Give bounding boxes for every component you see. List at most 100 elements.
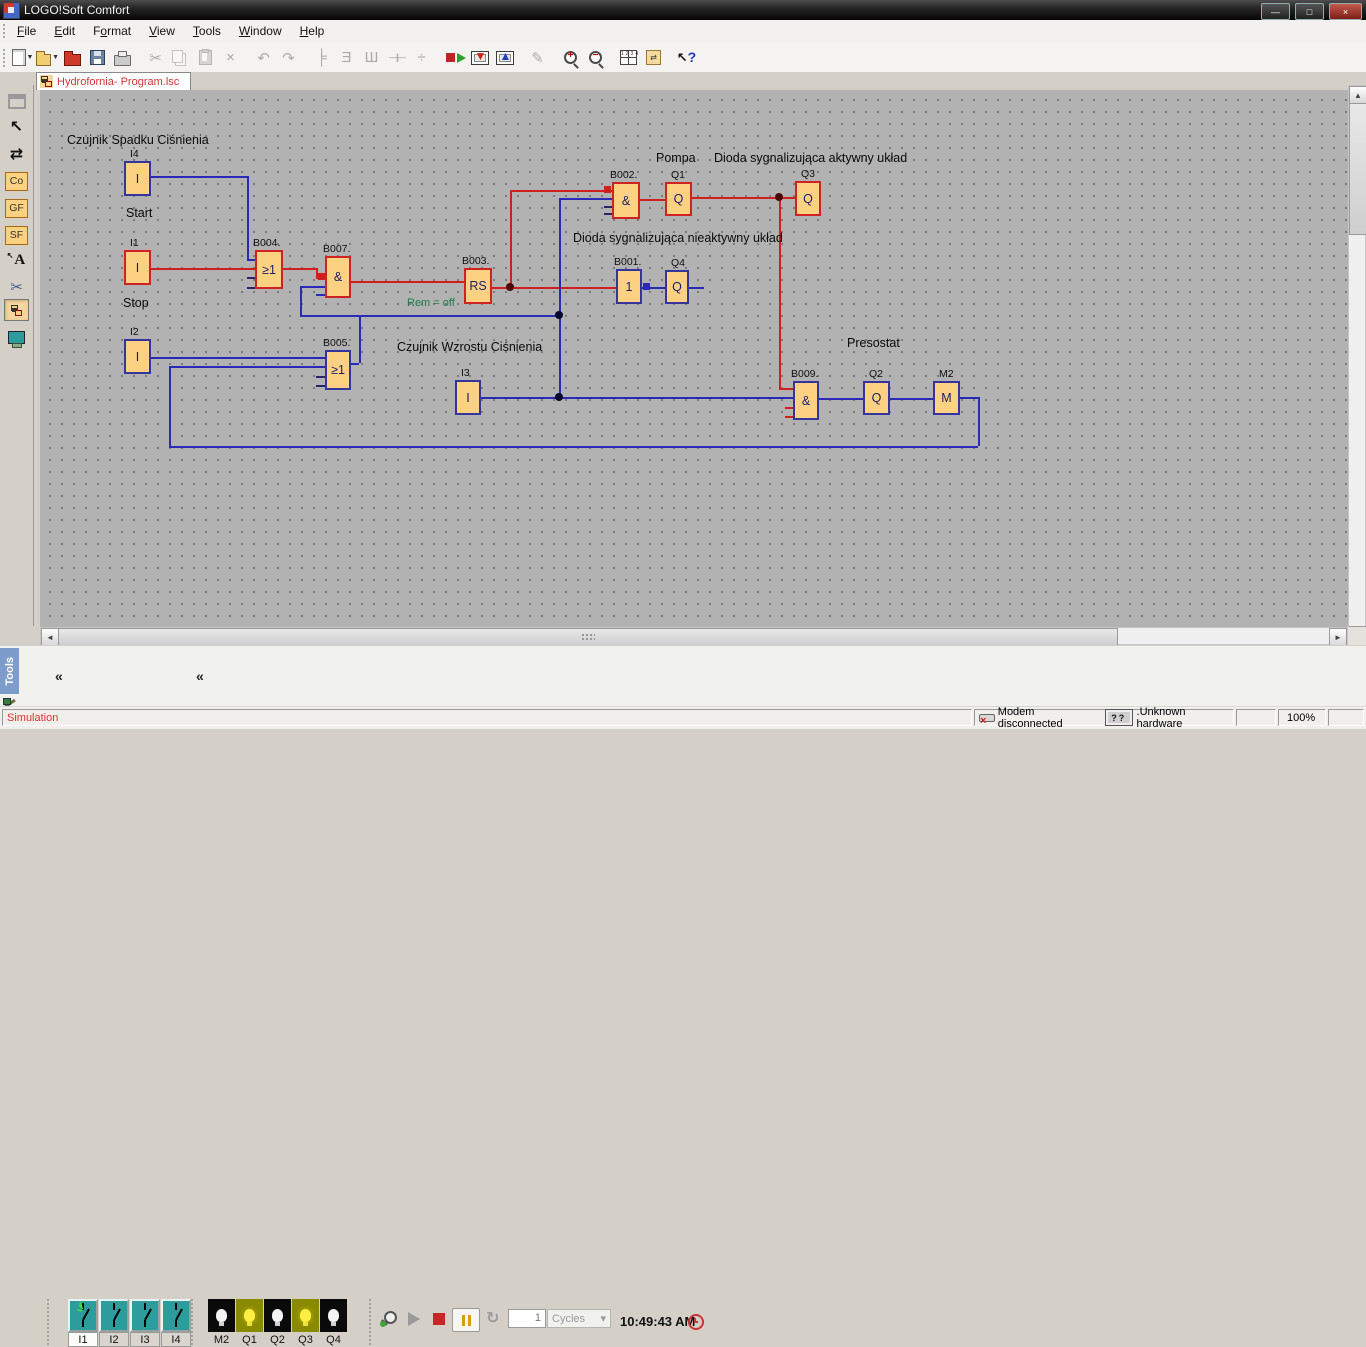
- context-help-button[interactable]: ↖?: [675, 46, 698, 69]
- menu-tools[interactable]: Tools: [184, 20, 230, 43]
- block-Q1[interactable]: Q: [665, 182, 692, 216]
- special-functions-button[interactable]: SF: [4, 223, 29, 247]
- open-from-logo-button[interactable]: [61, 46, 84, 69]
- zoom-in-button[interactable]: +: [559, 46, 582, 69]
- horizontal-scroll-thumb[interactable]: [58, 628, 1118, 646]
- block-I2[interactable]: I: [124, 339, 151, 374]
- canvas-annotation[interactable]: Dioda sygnalizująca nieaktywny układ: [573, 231, 783, 245]
- horizontal-scrollbar[interactable]: ◄ ►: [40, 627, 1348, 645]
- canvas-annotation[interactable]: Stop: [123, 296, 149, 310]
- interface-tool[interactable]: [4, 89, 29, 113]
- open-button[interactable]: ▼: [36, 46, 59, 69]
- simulation-view-button[interactable]: [4, 325, 29, 349]
- tools-side-tab[interactable]: Tools: [0, 648, 19, 694]
- canvas-annotation[interactable]: Presostat: [847, 336, 900, 350]
- block-M2[interactable]: M: [933, 381, 960, 415]
- minimize-button[interactable]: —: [1261, 3, 1290, 20]
- document-tab[interactable]: Hydrofornia- Program.lsc: [36, 72, 191, 90]
- block-B004[interactable]: ≥1: [255, 250, 283, 289]
- connector-tool[interactable]: ⇄: [4, 142, 29, 166]
- block-B009[interactable]: &: [793, 381, 819, 420]
- sim-input-I3[interactable]: [130, 1299, 160, 1332]
- delete-button[interactable]: ×: [219, 46, 242, 69]
- text-tool[interactable]: A: [4, 248, 29, 272]
- close-button[interactable]: ×: [1329, 3, 1362, 20]
- canvas-annotation[interactable]: Start: [126, 206, 152, 220]
- cut-connection-tool[interactable]: ✂: [4, 275, 29, 299]
- dropdown-arrow-icon[interactable]: ▼: [52, 54, 59, 61]
- sim-input-I2[interactable]: [99, 1299, 129, 1332]
- maximize-button[interactable]: □: [1295, 3, 1324, 20]
- pause-button[interactable]: [452, 1308, 480, 1332]
- save-button[interactable]: [86, 46, 109, 69]
- sim-input-label-I4[interactable]: I4: [161, 1332, 191, 1347]
- menu-format[interactable]: Format: [84, 20, 140, 43]
- block-B007[interactable]: &: [325, 256, 351, 298]
- block-I4[interactable]: I: [124, 161, 151, 196]
- block-I1[interactable]: I: [124, 250, 151, 285]
- menu-help[interactable]: Help: [291, 20, 334, 43]
- print-button[interactable]: [111, 46, 134, 69]
- probe-tool-button[interactable]: [380, 1309, 398, 1327]
- cut-button[interactable]: ✂: [144, 46, 167, 69]
- canvas-annotation[interactable]: Pompa: [656, 151, 696, 165]
- copy-button[interactable]: [169, 46, 192, 69]
- block-B001[interactable]: 1: [616, 269, 642, 304]
- zoom-out-button[interactable]: −: [584, 46, 607, 69]
- space-horizontally-button[interactable]: ⊣⊢: [385, 46, 408, 69]
- selection-tool[interactable]: ↖: [4, 115, 29, 139]
- play-button[interactable]: [408, 1312, 420, 1326]
- cycles-input[interactable]: 1: [508, 1309, 546, 1328]
- redo-button[interactable]: ↷: [277, 46, 300, 69]
- block-Q2[interactable]: Q: [863, 381, 890, 415]
- menu-window[interactable]: Window: [230, 20, 291, 43]
- block-B002[interactable]: &: [612, 182, 640, 219]
- paste-button[interactable]: [194, 46, 217, 69]
- menu-drag-grip[interactable]: [2, 23, 6, 40]
- start-simulation-button[interactable]: [443, 46, 466, 69]
- menu-file[interactable]: File: [8, 20, 45, 43]
- align-right-button[interactable]: Ǝ: [335, 46, 358, 69]
- scroll-right-arrow[interactable]: ►: [1329, 628, 1347, 646]
- fbd-view-button[interactable]: [4, 299, 29, 321]
- menu-view[interactable]: View: [140, 20, 184, 43]
- vertical-scrollbar[interactable]: ▲ ▼: [1348, 85, 1366, 645]
- download-to-logo-button[interactable]: ▼: [468, 46, 491, 69]
- canvas-annotation[interactable]: Czujnik Spadku Ciśnienia: [67, 133, 209, 147]
- convert-button[interactable]: ⇄: [642, 46, 665, 69]
- basic-functions-button[interactable]: GF: [4, 196, 29, 220]
- scroll-up-arrow[interactable]: ▲: [1349, 86, 1366, 104]
- sim-input-label-I3[interactable]: I3: [130, 1332, 160, 1347]
- block-I3[interactable]: I: [455, 380, 481, 415]
- block-B005[interactable]: ≥1: [325, 350, 351, 390]
- panel-grip[interactable]: [46, 1298, 51, 1346]
- block-Q3[interactable]: Q: [795, 181, 821, 216]
- collapse-outputs-chevron[interactable]: «: [196, 668, 204, 684]
- sim-input-label-I2[interactable]: I2: [99, 1332, 129, 1347]
- block-Q4[interactable]: Q: [665, 270, 689, 304]
- vertical-scroll-thumb[interactable]: [1349, 103, 1366, 235]
- cycles-unit-dropdown[interactable]: Cycles ▾: [547, 1309, 611, 1328]
- sim-input-I4[interactable]: [161, 1299, 191, 1332]
- scroll-left-arrow[interactable]: ◄: [41, 628, 59, 646]
- canvas-annotation[interactable]: Dioda sygnalizująca aktywny układ: [714, 151, 907, 165]
- stop-button[interactable]: [433, 1313, 445, 1325]
- online-test-button[interactable]: ✎: [526, 46, 549, 69]
- block-B003[interactable]: RS: [464, 268, 492, 304]
- menu-edit[interactable]: Edit: [45, 20, 84, 43]
- collapse-inputs-chevron[interactable]: «: [55, 668, 63, 684]
- undo-button[interactable]: ↶: [252, 46, 275, 69]
- new-button[interactable]: ▼: [11, 46, 34, 69]
- dropdown-arrow-icon[interactable]: ▼: [27, 54, 34, 61]
- constants-connectors-button[interactable]: Co: [4, 169, 29, 193]
- sim-input-label-I1[interactable]: I1: [68, 1332, 98, 1347]
- step-cycle-button[interactable]: ↻: [486, 1308, 499, 1328]
- diagram-canvas[interactable]: II4II1II2II3≥1B004.&B007.≥1B005.RSB003.&…: [40, 90, 1348, 627]
- canvas-annotation[interactable]: Czujnik Wzrostu Ciśnienia: [397, 340, 542, 354]
- space-vertically-button[interactable]: ÷: [410, 46, 433, 69]
- sim-input-I1[interactable]: [68, 1299, 98, 1332]
- upload-from-logo-button[interactable]: ▲: [493, 46, 516, 69]
- panel-grip[interactable]: [368, 1298, 373, 1346]
- split-window-button[interactable]: 1234: [617, 46, 640, 69]
- align-left-button[interactable]: ╞: [310, 46, 333, 69]
